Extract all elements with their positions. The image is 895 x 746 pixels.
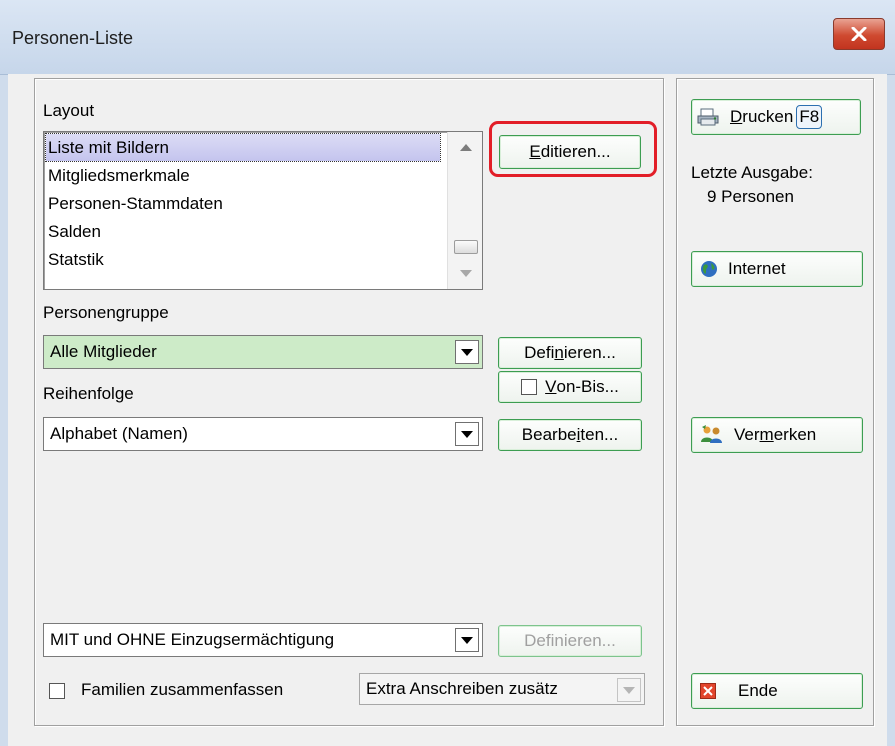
close-icon bbox=[851, 27, 867, 41]
people-icon bbox=[701, 425, 722, 443]
reihenfolge-value: Alphabet (Namen) bbox=[50, 424, 188, 443]
list-item[interactable]: Salden bbox=[48, 218, 101, 245]
exit-icon bbox=[700, 683, 716, 699]
extra-value: Extra Anschreiben zusätz bbox=[366, 679, 558, 698]
familien-checkbox[interactable] bbox=[49, 683, 65, 699]
globe-icon bbox=[701, 261, 717, 277]
last-output-value: 9 Personen bbox=[707, 187, 794, 206]
layout-listbox[interactable]: Liste mit Bildern Mitgliedsmerkmale Pers… bbox=[43, 131, 483, 290]
list-item[interactable]: Statstik bbox=[48, 246, 104, 273]
layout-label: Layout bbox=[43, 101, 95, 120]
layout-scrollbar[interactable] bbox=[447, 132, 482, 289]
dialog-client-area: Layout Liste mit Bildern Mitgliedsmerkma… bbox=[8, 74, 887, 746]
einzug-value: MIT und OHNE Einzugsermächtigung bbox=[50, 630, 335, 649]
personengruppe-select[interactable]: Alle Mitglieder bbox=[43, 335, 483, 369]
von-bis-checkbox[interactable] bbox=[521, 379, 538, 395]
printer-icon bbox=[697, 108, 719, 126]
reihenfolge-select[interactable]: Alphabet (Namen) bbox=[43, 417, 483, 451]
define-group-button[interactable]: Defi n ieren... bbox=[498, 337, 642, 369]
note-button[interactable]: Ver m erken bbox=[691, 417, 863, 453]
von-bis-button[interactable]: Von-Bis... bbox=[498, 371, 642, 403]
chevron-down-icon[interactable] bbox=[455, 628, 479, 652]
personengruppe-value: Alle Mitglieder bbox=[50, 342, 157, 361]
chevron-down-icon[interactable] bbox=[455, 422, 479, 446]
edit-order-button[interactable]: Bearbe i ten... bbox=[498, 419, 642, 451]
print-button[interactable]: Drucken F8 bbox=[691, 99, 861, 135]
einzug-select[interactable]: MIT und OHNE Einzugsermächtigung bbox=[43, 623, 483, 657]
scroll-up-icon[interactable] bbox=[460, 144, 472, 151]
chevron-down-icon[interactable] bbox=[617, 678, 641, 702]
scroll-thumb[interactable] bbox=[454, 240, 478, 254]
list-item[interactable]: Personen-Stammdaten bbox=[48, 190, 223, 217]
extra-select[interactable]: Extra Anschreiben zusätz bbox=[359, 673, 645, 705]
define-einzug-button[interactable]: Definieren... bbox=[498, 625, 642, 657]
title-bar: Personen-Liste bbox=[0, 0, 895, 75]
shortcut-badge: F8 bbox=[796, 105, 823, 129]
close-button[interactable] bbox=[833, 18, 885, 50]
window-title: Personen-Liste bbox=[12, 28, 134, 48]
personengruppe-label: Personengruppe bbox=[43, 303, 169, 322]
list-item[interactable]: Liste mit Bildern bbox=[45, 133, 441, 162]
list-item[interactable]: Mitgliedsmerkmale bbox=[48, 162, 190, 189]
last-output-label: Letzte Ausgabe: bbox=[691, 163, 813, 182]
side-panel: Drucken F8 Letzte Ausgabe: 9 Personen In… bbox=[676, 78, 874, 726]
scroll-down-icon[interactable] bbox=[460, 270, 472, 277]
main-panel: Layout Liste mit Bildern Mitgliedsmerkma… bbox=[34, 78, 664, 726]
internet-button[interactable]: Internet bbox=[691, 251, 863, 287]
chevron-down-icon[interactable] bbox=[455, 340, 479, 364]
reihenfolge-label: Reihenfolge bbox=[43, 384, 134, 403]
highlight-frame bbox=[489, 121, 657, 177]
familien-label: Familien zusammenfassen bbox=[81, 680, 284, 699]
end-button[interactable]: Ende bbox=[691, 673, 863, 709]
